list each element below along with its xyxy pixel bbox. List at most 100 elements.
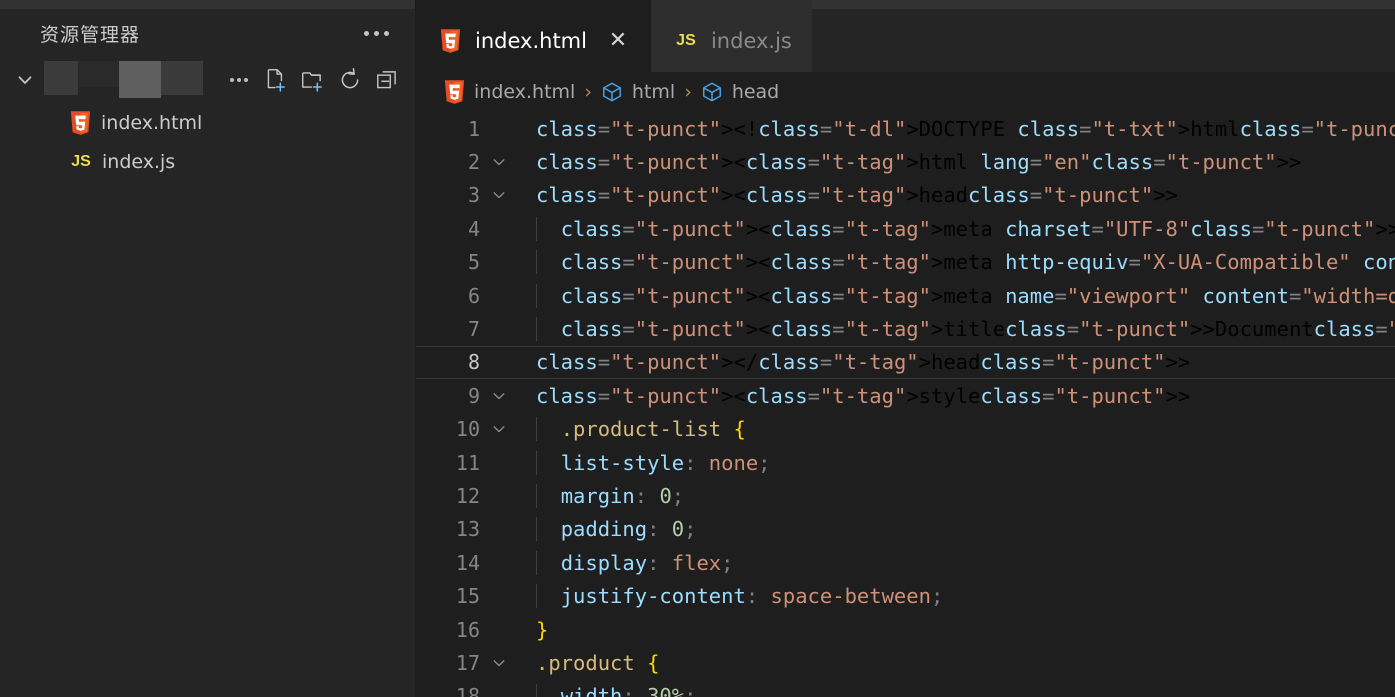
line-number: 17 <box>455 650 480 675</box>
indent-guide <box>536 517 537 542</box>
code-line[interactable]: 1 class="t-punct"><!class="t-dl">DOCTYPE … <box>416 112 1395 145</box>
code-line[interactable]: 8 class="t-punct"></class="t-tag">headcla… <box>416 345 1395 380</box>
dot <box>364 30 369 36</box>
code-line[interactable]: 3 class="t-punct"><class="t-tag">headclas… <box>416 179 1395 212</box>
file-tree-item-index-js[interactable]: JS index.js <box>0 142 415 181</box>
html5-icon <box>444 80 465 104</box>
line-number: 1 <box>467 116 480 141</box>
line-number: 8 <box>467 350 480 375</box>
line-number: 16 <box>455 617 480 642</box>
breadcrumb-separator: › <box>684 81 692 103</box>
code-text: width: 30%; <box>516 684 1395 697</box>
code-line[interactable]: 4 class="t-punct"><class="t-tag">meta ch… <box>416 212 1395 245</box>
code-line[interactable]: 14 display: flex; <box>416 546 1395 579</box>
dot <box>230 78 234 82</box>
tab-index-js[interactable]: JS index.js <box>650 0 812 72</box>
folder-name-redacted <box>44 61 203 99</box>
code-line[interactable]: 6 class="t-punct"><class="t-tag">meta na… <box>416 279 1395 312</box>
fold-chevron-down-icon[interactable] <box>482 185 516 205</box>
chevron-down-icon[interactable] <box>10 65 40 95</box>
html5-icon <box>440 28 461 53</box>
fold-chevron-down-icon[interactable] <box>482 386 516 406</box>
code-line[interactable]: 9 class="t-punct"><class="t-tag">stylecla… <box>416 379 1395 412</box>
code-text: class="t-punct"><class="t-tag">html lang… <box>536 150 1302 175</box>
code-line[interactable]: 10 .product-list { <box>416 413 1395 446</box>
code-text: justify-content: space-between; <box>516 584 1395 609</box>
code-text: list-style: none; <box>516 450 1395 475</box>
file-tree-item-index-html[interactable]: index.html <box>0 103 415 142</box>
editor-tab-bar: index.html ✕ JS index.js <box>416 0 1395 72</box>
code-line[interactable]: 17 .product { <box>416 646 1395 679</box>
code-text: class="t-punct"><class="t-tag">headclass… <box>536 183 1178 208</box>
line-number: 11 <box>455 450 480 475</box>
dot <box>244 78 248 82</box>
breadcrumb-item-head[interactable]: head <box>701 81 779 103</box>
line-number: 3 <box>467 183 480 208</box>
code-line[interactable]: 15 justify-content: space-between; <box>416 579 1395 612</box>
editor-group: index.html ✕ JS index.js index.html › ht… <box>416 0 1395 697</box>
code-text: margin: 0; <box>516 483 1395 508</box>
code-line[interactable]: 18 width: 30%; <box>416 680 1395 697</box>
file-tree-item-label: index.html <box>101 111 203 134</box>
indent-guide <box>536 550 537 575</box>
indent-guide <box>536 684 537 697</box>
tab-index-html[interactable]: index.html ✕ <box>416 0 651 72</box>
redaction-block <box>44 61 78 95</box>
fold-chevron-down-icon[interactable] <box>482 653 516 673</box>
close-icon[interactable]: ✕ <box>605 29 631 52</box>
redaction-block <box>78 61 119 87</box>
vscode-window: 资源管理器 index.html JS index.js index.html … <box>0 0 1395 697</box>
dot <box>374 30 379 36</box>
explorer-header: 资源管理器 <box>0 9 415 57</box>
code-editor[interactable]: 1 class="t-punct"><!class="t-dl">DOCTYPE … <box>416 112 1395 697</box>
new-folder-icon[interactable] <box>299 66 327 94</box>
code-line[interactable]: 7 class="t-punct"><class="t-tag">titlecl… <box>416 312 1395 345</box>
line-number: 18 <box>455 684 480 697</box>
tab-label: index.js <box>710 28 792 53</box>
folder-root-row[interactable] <box>0 57 415 103</box>
code-text: display: flex; <box>516 550 1395 575</box>
line-number: 7 <box>467 317 480 342</box>
tab-label: index.html <box>475 28 587 53</box>
code-text: class="t-punct"><class="t-tag">meta http… <box>516 250 1395 275</box>
line-number: 9 <box>467 383 480 408</box>
indent-guide <box>536 450 537 475</box>
breadcrumb-item-file[interactable]: index.html <box>444 80 575 104</box>
new-file-icon[interactable] <box>262 66 290 94</box>
breadcrumb: index.html › html › head <box>416 72 1395 112</box>
refresh-icon[interactable] <box>336 66 364 94</box>
explorer-more-actions-icon[interactable] <box>360 25 393 42</box>
code-line[interactable]: 5 class="t-punct"><class="t-tag">meta ht… <box>416 246 1395 279</box>
breadcrumb-label: head <box>731 81 780 103</box>
code-line[interactable]: 11 list-style: none; <box>416 446 1395 479</box>
js-icon: JS <box>71 152 91 170</box>
indent-guide <box>536 250 537 275</box>
js-icon: JS <box>676 31 696 49</box>
breadcrumb-label: html <box>631 81 676 103</box>
tab-bar-empty-space <box>811 0 1395 72</box>
code-text: padding: 0; <box>516 517 1395 542</box>
breadcrumb-item-html[interactable]: html <box>601 81 675 103</box>
code-text: } <box>536 617 549 642</box>
dot <box>237 78 241 82</box>
code-line[interactable]: 16} <box>416 613 1395 646</box>
redaction-block <box>161 61 203 95</box>
indent-guide <box>536 483 537 508</box>
html5-icon <box>70 110 91 135</box>
redaction-block <box>119 61 161 98</box>
code-line[interactable]: 12 margin: 0; <box>416 479 1395 512</box>
line-number: 12 <box>455 483 480 508</box>
explorer-title: 资源管理器 <box>40 23 141 46</box>
code-line[interactable]: 13 padding: 0; <box>416 513 1395 546</box>
line-number: 5 <box>467 250 480 275</box>
code-text: class="t-punct"><class="t-tag">titleclas… <box>516 317 1395 342</box>
fold-chevron-down-icon[interactable] <box>482 152 516 172</box>
indent-guide <box>536 216 537 241</box>
fold-chevron-down-icon[interactable] <box>482 419 516 439</box>
ellipsis-icon[interactable] <box>225 66 253 94</box>
code-text: class="t-punct"><class="t-tag">styleclas… <box>536 383 1191 408</box>
line-number: 15 <box>455 584 480 609</box>
symbol-cube-icon <box>602 82 621 102</box>
code-line[interactable]: 2 class="t-punct"><class="t-tag">html lan… <box>416 145 1395 178</box>
collapse-all-icon[interactable] <box>373 66 401 94</box>
